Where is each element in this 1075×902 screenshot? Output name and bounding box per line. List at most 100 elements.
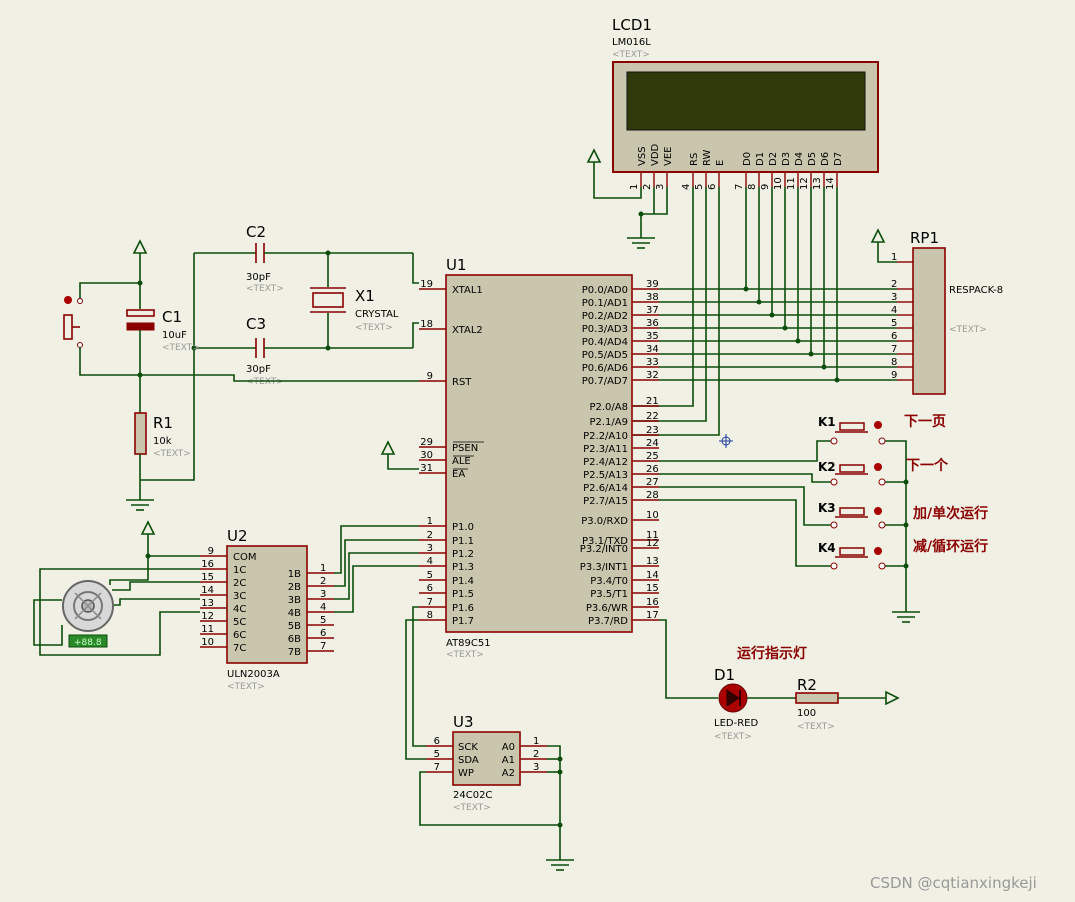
u1-value: AT89C51 xyxy=(446,638,491,649)
u1-pin-number: 13 xyxy=(646,556,659,567)
u1-pin-label: XTAL1 xyxy=(452,285,483,296)
lcd-display[interactable]: LCD1 LM016L <TEXT> VSS 1 VDD 2 VEE 3 RS 4 RW 5 E 6 D… xyxy=(612,16,879,190)
r2-text: <TEXT> xyxy=(797,722,835,732)
lcd-pin-number: 12 xyxy=(799,177,810,190)
u1-pin-label: P0.3/AD3 xyxy=(582,324,628,335)
k4-label: 减/循环运行 xyxy=(913,538,988,555)
u2-pin-number: 15 xyxy=(201,572,214,583)
u1-pin-label: P3.6/WR xyxy=(586,603,628,614)
driver-u2[interactable]: U2 ULN2003A <TEXT> 9COM161C152C143C134C1… xyxy=(200,527,334,692)
key-k1[interactable]: K1 下一页 xyxy=(818,414,946,445)
u2-pin-number: 7 xyxy=(320,641,326,652)
lcd-pin-label: D5 xyxy=(807,152,818,166)
u2-pin-number: 11 xyxy=(201,624,214,635)
u3-pin-number: 5 xyxy=(434,749,440,760)
u1-pin-label: RST xyxy=(452,377,472,388)
u2-pin-label: 6B xyxy=(288,634,301,645)
u3-pin-number: 6 xyxy=(434,736,440,747)
key-k2[interactable]: K2 下一个 xyxy=(818,457,949,486)
u1-pin-number: 28 xyxy=(646,490,659,501)
u1-pin-label: P0.7/AD7 xyxy=(582,376,628,387)
lcd-text: <TEXT> xyxy=(612,50,650,60)
lcd-pin-label: D1 xyxy=(755,152,766,166)
u1-text: <TEXT> xyxy=(446,650,484,660)
stepper-motor[interactable]: +88.8 xyxy=(33,520,200,656)
u1-pin-number: 35 xyxy=(646,331,659,342)
u2-pin-label: 6C xyxy=(233,630,246,641)
u3-pin-label: A1 xyxy=(502,755,515,766)
motor-readout: +88.8 xyxy=(74,638,102,648)
lcd-pin-label: E xyxy=(715,160,726,166)
u1-pin-number: 29 xyxy=(420,437,433,448)
r2-ref: R2 xyxy=(797,676,817,694)
u1-pin-label: P1.5 xyxy=(452,589,474,600)
u1-pin-label: P1.1 xyxy=(452,536,474,547)
u1-pin-number: 37 xyxy=(646,305,659,316)
u1-pin-number: 1 xyxy=(427,516,433,527)
c1-text: <TEXT> xyxy=(162,343,200,353)
k1-label: 下一页 xyxy=(904,414,946,430)
u1-pin-label: P3.5/T1 xyxy=(590,589,628,600)
lcd-pin-label: RS xyxy=(689,153,700,166)
u1-pin-number: 18 xyxy=(420,319,433,330)
u1-pin-label: P3.3/INT1 xyxy=(580,562,628,573)
u1-pin-label: P2.4/A12 xyxy=(583,457,628,468)
lcd-pin-label: D7 xyxy=(833,152,844,166)
lcd-pin-number: 11 xyxy=(786,177,797,190)
u2-pin-label: 4B xyxy=(288,608,301,619)
u2-pin-label: 3B xyxy=(288,595,301,606)
u1-pin-label: P2.3/A11 xyxy=(583,444,628,455)
r2-value: 100 xyxy=(797,708,816,719)
u1-pin-label: P1.7 xyxy=(452,616,474,627)
lcd-pin-label: VSS xyxy=(637,146,648,166)
u1-pin-number: 22 xyxy=(646,411,659,422)
u1-pin-label: P3.2/INT0 xyxy=(580,544,628,555)
u2-pin-label: 7C xyxy=(233,643,246,654)
u1-pin-number: 9 xyxy=(427,371,433,382)
reset-circuit[interactable]: C1 10uF <TEXT> R1 10k <TEXT> xyxy=(63,239,419,511)
u1-pin-number: 10 xyxy=(646,510,659,521)
u3-pin-label: A2 xyxy=(502,768,515,779)
u1-pin-label: P2.1/A9 xyxy=(589,417,628,428)
u1-pin-number: 24 xyxy=(646,438,659,449)
respack-rp1[interactable]: RP1 RESPACK-8 <TEXT> 123456789 xyxy=(870,228,1003,395)
u1-pin-label: P1.0 xyxy=(452,522,474,533)
lcd-value: LM016L xyxy=(612,37,651,48)
c2-value: 30pF xyxy=(246,272,271,283)
lcd-pin-number: 2 xyxy=(642,184,653,190)
u1-pin-number: 6 xyxy=(427,583,433,594)
lcd-pin-number: 9 xyxy=(760,184,771,190)
key-k4[interactable]: K4 减/循环运行 xyxy=(818,538,988,570)
u2-pin-number: 13 xyxy=(201,598,214,609)
mcu-u1[interactable]: U1 AT89C51 <TEXT> 19XTAL118XTAL29RST29PS… xyxy=(419,256,659,660)
u1-pin-label: P2.0/A8 xyxy=(589,402,628,413)
u2-pin-label: 1C xyxy=(233,565,246,576)
u1-pin-label: P0.0/AD0 xyxy=(582,285,628,296)
x1-value: CRYSTAL xyxy=(355,309,399,320)
u1-pin-number: 12 xyxy=(646,538,659,549)
u1-pin-label: ALE xyxy=(452,456,471,467)
c3-value: 30pF xyxy=(246,364,271,375)
u1-pin-number: 26 xyxy=(646,464,659,475)
u2-ref: U2 xyxy=(227,527,248,545)
run-indicator[interactable]: 运行指示灯 D1 LED-RED <TEXT> R2 100 <TEXT> xyxy=(659,619,900,742)
lcd-pin-label: D2 xyxy=(768,152,779,166)
key-k3[interactable]: K3 加/单次运行 xyxy=(818,501,988,529)
lcd-pin-label: D4 xyxy=(794,152,805,166)
u1-pin-label: P0.4/AD4 xyxy=(582,337,628,348)
u1-pin-label: P0.5/AD5 xyxy=(582,350,628,361)
u1-pin-number: 16 xyxy=(646,597,659,608)
u1-pin-label: P3.4/T0 xyxy=(590,576,628,587)
u1-pin-number: 21 xyxy=(646,396,659,407)
u2-pin-number: 4 xyxy=(320,602,326,613)
u2-pin-label: 4C xyxy=(233,604,246,615)
lcd-pin-number: 10 xyxy=(773,177,784,190)
k3-label: 加/单次运行 xyxy=(912,505,988,522)
u3-ref: U3 xyxy=(453,713,474,731)
eeprom-u3[interactable]: U3 24C02C <TEXT> 6 SCK 5 SDA 7 WP 1 A0 2 A1 3 A2 xyxy=(426,713,547,813)
rp1-body xyxy=(912,247,946,395)
r1-text: <TEXT> xyxy=(153,449,191,459)
u2-pin-label: COM xyxy=(233,552,256,563)
lcd-pin-label: RW xyxy=(702,149,713,166)
lcd-pin-number: 6 xyxy=(707,184,718,190)
